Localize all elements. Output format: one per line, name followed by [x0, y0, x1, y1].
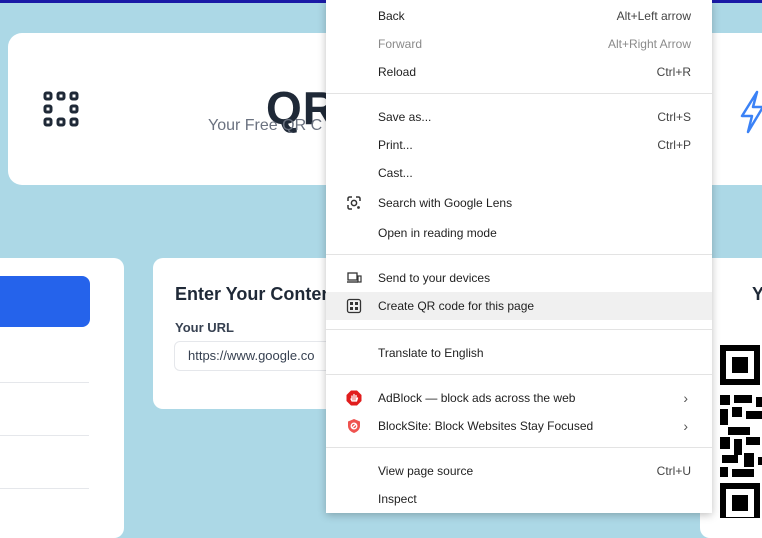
page-subtitle: Your Free QR C: [208, 117, 323, 134]
content-heading: Enter Your Conten: [175, 284, 333, 304]
menu-item-label: BlockSite: Block Websites Stay Focused: [378, 419, 594, 433]
blocksite-shield-icon: [348, 419, 360, 433]
menu-item-view-source[interactable]: View page source Ctrl+U: [326, 457, 712, 485]
url-label: Your URL: [175, 320, 234, 335]
menu-item-label: Cast...: [378, 166, 413, 180]
list-item[interactable]: [0, 391, 89, 436]
qr-code-icon: [346, 298, 362, 314]
adblock-hand-icon: [346, 390, 362, 406]
menu-item-google-lens[interactable]: Search with Google Lens: [326, 189, 712, 217]
menu-item-label: Back: [378, 9, 405, 23]
menu-item-label: View page source: [378, 464, 474, 478]
lightning-icon: [740, 90, 762, 134]
active-type-button[interactable]: [0, 276, 90, 327]
menu-item-label: AdBlock — block ads across the web: [378, 391, 576, 405]
menu-item-reload[interactable]: Reload Ctrl+R: [326, 58, 712, 86]
menu-item-label: Create QR code for this page: [378, 299, 535, 313]
menu-separator: [326, 254, 712, 255]
menu-item-print[interactable]: Print... Ctrl+P: [326, 131, 712, 159]
menu-item-label: Send to your devices: [378, 271, 491, 285]
menu-item-shortcut: Alt+Left arrow: [616, 9, 691, 23]
google-lens-icon: [347, 196, 361, 210]
menu-separator: [326, 447, 712, 448]
menu-item-label: Forward: [378, 37, 423, 51]
left-sidebar-panel: [0, 258, 124, 538]
menu-item-cast[interactable]: Cast...: [326, 159, 712, 187]
qr-grid-icon: [43, 91, 79, 127]
menu-item-translate[interactable]: Translate to English: [326, 339, 712, 367]
list-item[interactable]: [0, 444, 89, 489]
menu-item-shortcut: Ctrl+S: [657, 110, 691, 124]
menu-item-label: Search with Google Lens: [378, 196, 513, 210]
devices-icon: [347, 272, 362, 283]
chevron-right-icon: ›: [683, 418, 688, 434]
menu-item-blocksite[interactable]: BlockSite: Block Websites Stay Focused ›: [326, 412, 712, 440]
menu-item-shortcut: Ctrl+P: [657, 138, 691, 152]
menu-separator: [326, 329, 712, 330]
menu-separator: [326, 374, 712, 375]
menu-item-shortcut: Ctrl+U: [656, 464, 691, 478]
menu-item-label: Reload: [378, 65, 417, 79]
menu-item-label: Open in reading mode: [378, 226, 497, 240]
menu-item-label: Print...: [378, 138, 413, 152]
menu-item-shortcut: Alt+Right Arrow: [607, 37, 691, 51]
menu-item-save-as[interactable]: Save as... Ctrl+S: [326, 103, 712, 131]
qr-code-image: [720, 345, 762, 518]
menu-item-back[interactable]: Back Alt+Left arrow: [326, 2, 712, 30]
menu-item-shortcut: Ctrl+R: [656, 65, 691, 79]
list-item[interactable]: [0, 338, 89, 383]
chevron-right-icon: ›: [683, 390, 688, 406]
menu-item-label: Translate to English: [378, 346, 484, 360]
menu-item-reading-mode[interactable]: Open in reading mode: [326, 219, 712, 247]
menu-item-create-qr-code[interactable]: Create QR code for this page: [326, 292, 712, 320]
menu-item-label: Inspect: [378, 492, 417, 506]
menu-item-label: Save as...: [378, 110, 432, 124]
context-menu: Back Alt+Left arrow Forward Alt+Right Ar…: [326, 0, 712, 513]
menu-separator: [326, 93, 712, 94]
menu-item-forward[interactable]: Forward Alt+Right Arrow: [326, 30, 712, 58]
menu-item-inspect[interactable]: Inspect: [326, 485, 712, 513]
menu-item-send-to-devices[interactable]: Send to your devices: [326, 264, 712, 292]
preview-heading: Y: [752, 284, 762, 304]
menu-item-adblock[interactable]: AdBlock — block ads across the web ›: [326, 384, 712, 412]
